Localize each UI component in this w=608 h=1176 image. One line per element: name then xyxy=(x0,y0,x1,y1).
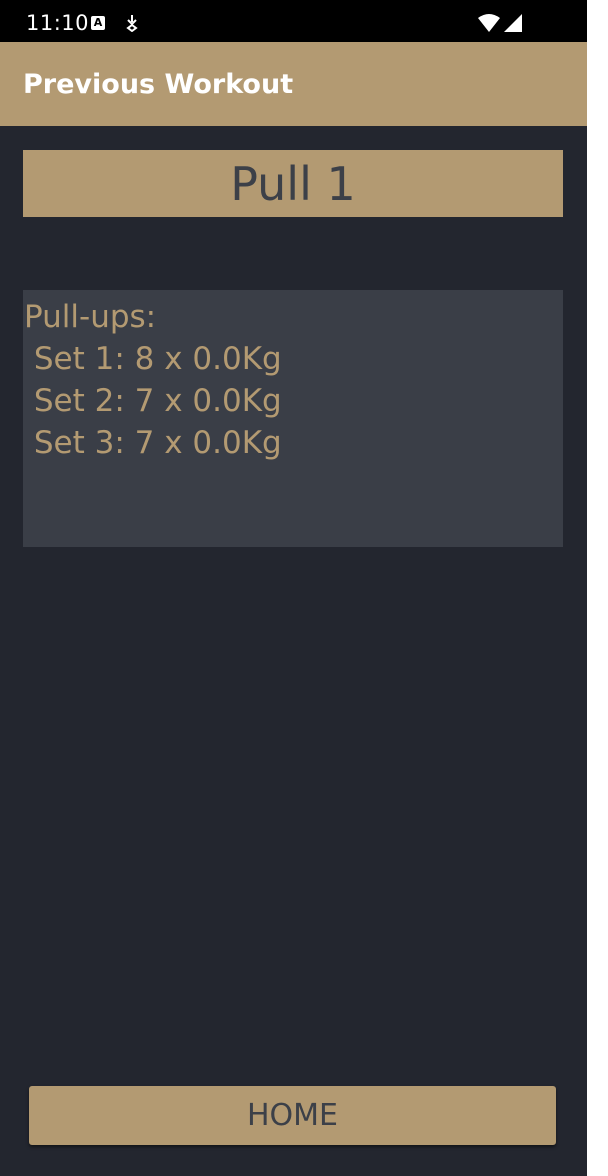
workout-details-panel: Pull-ups: Set 1: 8 x 0.0Kg Set 2: 7 x 0.… xyxy=(23,290,563,547)
workout-title-box: Pull 1 xyxy=(23,150,563,217)
wifi-icon xyxy=(478,14,500,32)
app-screen: 11:10 A Previous Workout Pull 1 Pull-ups… xyxy=(0,0,587,1176)
download-icon xyxy=(126,15,138,32)
status-bar: 11:10 A xyxy=(0,0,587,42)
status-time: 11:10 xyxy=(26,11,90,35)
signal-icon xyxy=(504,14,522,32)
page-title: Previous Workout xyxy=(23,69,294,100)
app-bar: Previous Workout xyxy=(0,42,587,126)
home-button[interactable]: HOME xyxy=(29,1086,556,1145)
workout-details-text: Pull-ups: Set 1: 8 x 0.0Kg Set 2: 7 x 0.… xyxy=(24,299,282,461)
workout-name: Pull 1 xyxy=(230,156,356,211)
a-notification-icon: A xyxy=(91,16,105,30)
